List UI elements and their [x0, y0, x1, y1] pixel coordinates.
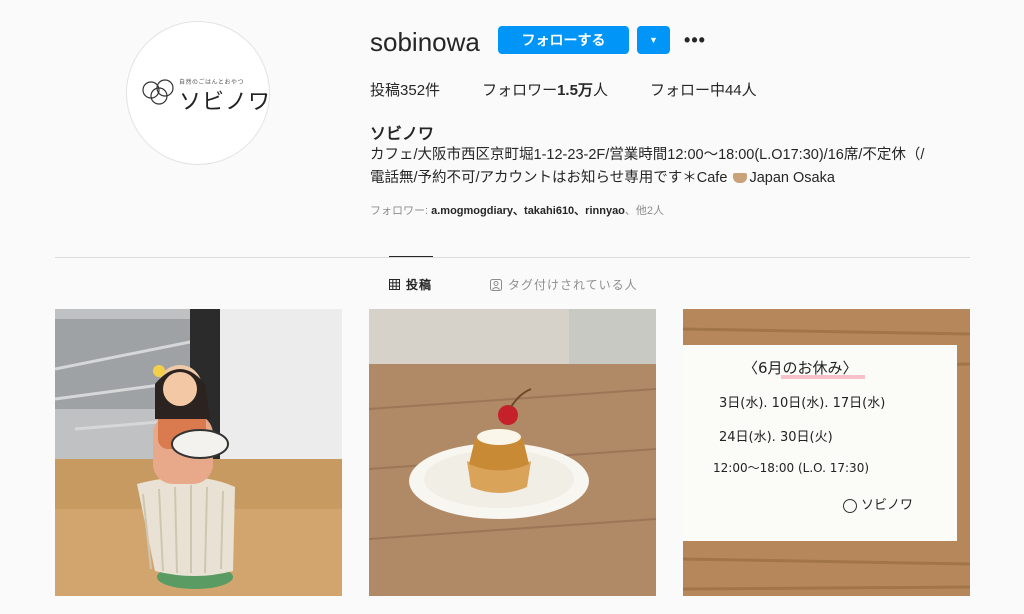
notice-line: 24日(水). 30日(火): [719, 430, 833, 445]
cup-emoji-icon: [733, 173, 748, 184]
post-thumbnail[interactable]: 〈6月のお休み〉 3日(水). 10日(水). 17日(水) 24日(水). 3…: [683, 309, 970, 596]
logo-rings-icon: [142, 79, 174, 105]
chevron-down-icon: ▼: [649, 35, 658, 45]
post-thumbnail[interactable]: [369, 309, 656, 596]
logo-rings-icon: [843, 498, 857, 513]
more-options-icon[interactable]: •••: [683, 26, 707, 54]
tab-posts[interactable]: 投稿: [389, 276, 432, 293]
followed-by[interactable]: フォロワー: a.mogmogdiary、takahi610、rinnyao、他…: [370, 202, 664, 218]
avatar-logo-text: ソビノワ: [179, 90, 272, 115]
notice-logo: ソビノワ: [843, 494, 913, 513]
profile-full-name: ソビノワ: [370, 126, 435, 143]
tab-posts-label: 投稿: [406, 278, 433, 292]
post-thumbnail[interactable]: [55, 309, 342, 596]
active-tab-indicator: [389, 256, 433, 257]
grid-icon: [389, 279, 400, 290]
following-count-stat[interactable]: フォロー中44人: [650, 79, 757, 100]
tab-tagged-label: タグ付けされている人: [508, 278, 638, 292]
pudding-photo: [369, 309, 656, 596]
tab-tagged[interactable]: タグ付けされている人: [490, 276, 638, 293]
profile-username: sobinowa: [370, 27, 480, 57]
posts-count-stat: 投稿352件: [370, 82, 441, 99]
title-underline: [781, 375, 865, 379]
profile-stats: 投稿352件 フォロワー1.5万人 フォロー中44人: [370, 79, 799, 100]
notice-line: 3日(水). 10日(水). 17日(水): [719, 396, 886, 411]
suggestions-dropdown-button[interactable]: ▼: [637, 26, 670, 54]
bio-line: カフェ/大阪市西区京町堀1-12-23-2F/営業時間12:00〜18:00(L…: [370, 147, 925, 163]
followers-count-stat[interactable]: フォロワー1.5万人: [482, 79, 608, 100]
profile-avatar[interactable]: 自然のごはんとおやつ ソビノワ: [126, 21, 270, 165]
tabs-divider: [55, 257, 970, 258]
wood-background: [683, 309, 970, 596]
bio-line: 電話無/予約不可/アカウントはお知らせ専用です＊Cafe Japan Osaka: [370, 170, 835, 186]
hula-doll-photo: [55, 309, 342, 596]
profile-bio: カフェ/大阪市西区京町堀1-12-23-2F/営業時間12:00〜18:00(L…: [370, 144, 980, 190]
notice-line: 12:00〜18:00 (L.O. 17:30): [713, 461, 870, 475]
follow-button[interactable]: フォローする: [498, 26, 629, 54]
tagged-person-icon: [490, 278, 502, 291]
